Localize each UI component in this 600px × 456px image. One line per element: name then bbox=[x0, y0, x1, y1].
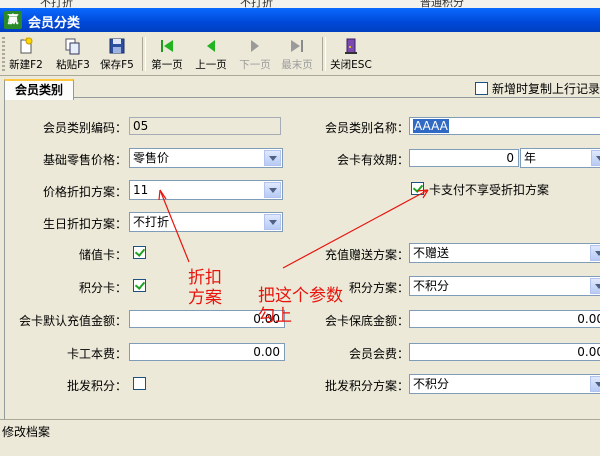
chevron-down-icon[interactable] bbox=[590, 278, 600, 294]
annotation-note-check-param: 把这个参数 勾上 bbox=[258, 286, 343, 326]
toolbar-separator bbox=[322, 37, 326, 71]
copy-prev-checkbox[interactable] bbox=[475, 82, 488, 95]
code-label: 会员类别编码： bbox=[42, 121, 127, 135]
new-label: 新建F2 bbox=[9, 59, 43, 71]
points-card-label: 积分卡： bbox=[78, 281, 127, 295]
card-fee-label: 卡工本费： bbox=[66, 347, 127, 361]
prev-page-icon bbox=[207, 40, 215, 52]
form-panel: 会员类别编码： 05 会员类别名称： AAAA 基础零售价格： 零售价 会卡有效… bbox=[4, 97, 600, 420]
first-page-label: 第一页 bbox=[151, 59, 183, 71]
paste-label: 粘贴F3 bbox=[56, 59, 90, 71]
wholesale-points-label: 批发积分： bbox=[66, 379, 127, 393]
chevron-down-icon[interactable] bbox=[264, 150, 281, 166]
close-door-icon bbox=[345, 38, 357, 54]
next-page-button[interactable]: 下一页 bbox=[236, 35, 274, 73]
discount-plan-label: 价格折扣方案： bbox=[42, 185, 127, 199]
toolbar: 新建F2 粘贴F3 保存F5 第一页 上一页 下一页 最末页 关闭ESC bbox=[0, 33, 600, 76]
toolbar-grip[interactable] bbox=[2, 37, 5, 71]
chevron-down-icon[interactable] bbox=[264, 182, 281, 198]
code-field[interactable]: 05 bbox=[129, 117, 281, 135]
name-input[interactable]: AAAA bbox=[409, 117, 600, 135]
copy-prev-label: 新增时复制上行记录 bbox=[492, 82, 600, 96]
save-label: 保存F5 bbox=[100, 59, 134, 71]
min-balance-input[interactable]: 0.00 bbox=[409, 310, 600, 328]
last-page-label: 最末页 bbox=[281, 59, 313, 71]
first-page-button[interactable]: 第一页 bbox=[148, 35, 186, 73]
chevron-down-icon[interactable] bbox=[591, 150, 600, 166]
discount-plan-combo[interactable]: 11 bbox=[129, 180, 283, 200]
birthday-plan-label: 生日折扣方案： bbox=[42, 217, 127, 231]
recharge-gift-label: 充值赠送方案： bbox=[324, 248, 409, 262]
name-selected-text: AAAA bbox=[413, 119, 449, 133]
next-page-icon bbox=[251, 40, 259, 52]
card-fee-input[interactable]: 0.00 bbox=[129, 343, 285, 361]
recharge-gift-combo[interactable]: 不赠送 bbox=[409, 243, 600, 263]
validity-unit-combo[interactable]: 年 bbox=[520, 148, 600, 168]
validity-label: 会卡有效期： bbox=[336, 153, 409, 167]
default-recharge-label: 会卡默认充值金额： bbox=[18, 314, 127, 328]
status-text: 修改档案 bbox=[2, 425, 51, 439]
paste-button[interactable]: 粘贴F3 bbox=[54, 35, 92, 73]
points-plan-combo[interactable]: 不积分 bbox=[409, 276, 600, 296]
first-page-icon bbox=[161, 40, 173, 52]
base-price-combo[interactable]: 零售价 bbox=[129, 148, 283, 168]
birthday-plan-combo[interactable]: 不打折 bbox=[129, 212, 283, 232]
status-bar: 修改档案 bbox=[0, 419, 600, 456]
copy-prev-option[interactable]: 新增时复制上行记录 bbox=[475, 80, 600, 97]
chevron-down-icon[interactable] bbox=[264, 214, 281, 230]
base-price-label: 基础零售价格： bbox=[42, 153, 127, 167]
app-icon: 赢 bbox=[4, 11, 22, 29]
tab-row: 会员类别 新增时复制上行记录 bbox=[0, 75, 600, 100]
stored-card-label: 储值卡： bbox=[78, 248, 127, 262]
birthday-plan-value: 不打折 bbox=[133, 215, 170, 229]
chevron-down-icon[interactable] bbox=[590, 376, 600, 392]
card-pay-checkbox[interactable] bbox=[411, 182, 424, 195]
member-fee-input[interactable]: 0.00 bbox=[409, 343, 600, 361]
toolbar-separator bbox=[142, 37, 146, 71]
last-page-button[interactable]: 最末页 bbox=[278, 35, 316, 73]
close-label: 关闭ESC bbox=[330, 59, 372, 71]
save-button[interactable]: 保存F5 bbox=[98, 35, 136, 73]
card-pay-label: 卡支付不享受折扣方案 bbox=[429, 183, 550, 197]
close-button[interactable]: 关闭ESC bbox=[328, 35, 374, 73]
new-document-icon bbox=[20, 37, 33, 54]
wholesale-points-plan-value: 不积分 bbox=[413, 377, 450, 391]
last-page-icon bbox=[291, 40, 303, 52]
prev-page-button[interactable]: 上一页 bbox=[192, 35, 230, 73]
next-page-label: 下一页 bbox=[239, 59, 271, 71]
tab-member-category[interactable]: 会员类别 bbox=[4, 79, 74, 100]
prev-page-label: 上一页 bbox=[195, 59, 227, 71]
new-button[interactable]: 新建F2 bbox=[8, 35, 44, 73]
wholesale-points-plan-label: 批发积分方案： bbox=[324, 379, 409, 393]
title-bar: 赢 会员分类 bbox=[0, 8, 600, 32]
wholesale-points-plan-combo[interactable]: 不积分 bbox=[409, 374, 600, 394]
name-label: 会员类别名称： bbox=[324, 121, 409, 135]
stored-card-checkbox[interactable] bbox=[133, 246, 146, 259]
chevron-down-icon[interactable] bbox=[590, 245, 600, 261]
window-title: 会员分类 bbox=[28, 16, 81, 31]
member-fee-label: 会员会费： bbox=[348, 347, 409, 361]
paste-icon bbox=[65, 38, 80, 55]
save-disk-icon bbox=[109, 38, 125, 54]
recharge-gift-value: 不赠送 bbox=[413, 246, 450, 260]
discount-plan-value: 11 bbox=[133, 183, 149, 197]
wholesale-points-checkbox[interactable] bbox=[133, 377, 146, 390]
base-price-value: 零售价 bbox=[133, 151, 170, 165]
points-plan-value: 不积分 bbox=[413, 279, 450, 293]
validity-unit-value: 年 bbox=[524, 151, 537, 165]
validity-input[interactable]: 0 bbox=[409, 149, 519, 167]
points-card-checkbox[interactable] bbox=[133, 279, 146, 292]
annotation-note-discount: 折扣 方案 bbox=[188, 268, 222, 308]
